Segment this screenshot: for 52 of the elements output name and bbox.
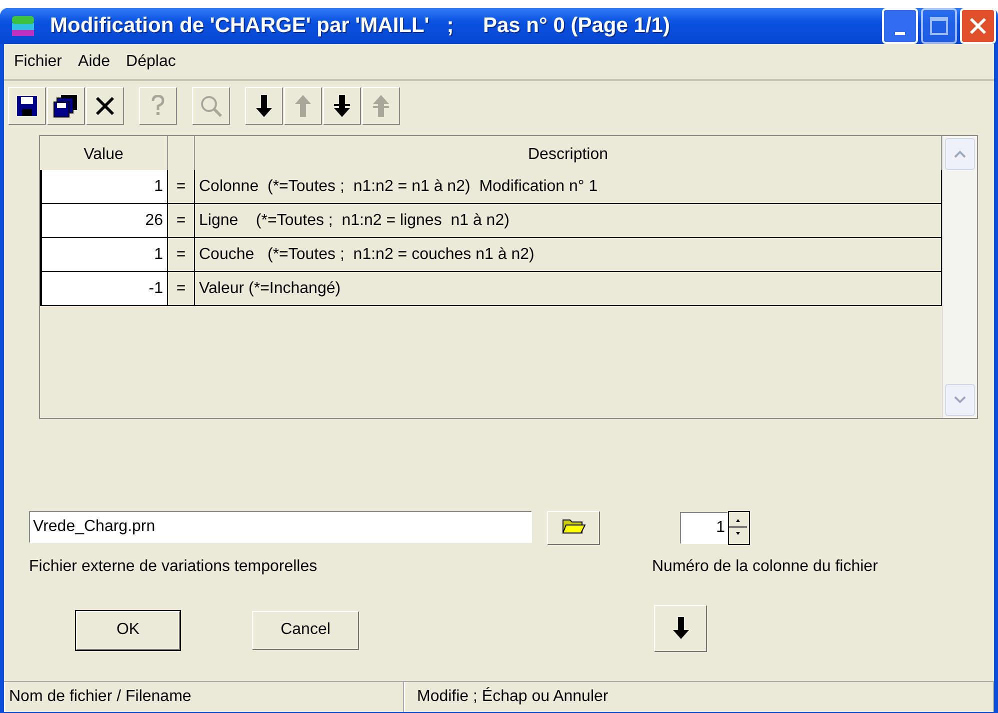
toolbar-button[interactable]	[245, 87, 283, 125]
status-text: Modifie ; Échap ou Annuler	[404, 682, 994, 712]
chevron-down-icon	[954, 396, 966, 404]
menu-item[interactable]: Fichier	[14, 52, 62, 70]
chevron-up-icon	[954, 150, 966, 158]
table-cell: -1	[40, 272, 168, 306]
search-icon	[199, 94, 223, 118]
minimize-icon	[895, 32, 905, 34]
minimize-button[interactable]	[882, 8, 918, 44]
browse-button[interactable]	[547, 511, 600, 545]
table-cell: 26	[40, 204, 168, 238]
table-cell: =	[168, 170, 195, 204]
table-cell: =	[168, 238, 195, 272]
help-icon	[151, 95, 165, 117]
cancel-button[interactable]: Cancel	[252, 610, 359, 650]
table-cell: Colonne (*=Toutes ; n1:n2 = n1 à n2) Modification n° 1	[195, 170, 942, 204]
maximize-button[interactable]	[921, 8, 957, 44]
field-label: Fichier externe de variations temporelles	[29, 558, 318, 576]
save-icon	[16, 95, 38, 117]
ok-button[interactable]: OK	[76, 610, 180, 650]
field-label: Numéro de la colonne du fichier	[652, 558, 879, 576]
scrollbar[interactable]	[942, 136, 977, 418]
close-icon	[95, 96, 115, 116]
menu-item[interactable]: Déplac	[126, 52, 176, 70]
table-cell: 1	[40, 238, 168, 272]
table-cell: Couche (*=Toutes ; n1:n2 = couches n1 à n2)	[195, 238, 942, 272]
close-icon	[968, 16, 988, 36]
table-cell: =	[168, 272, 195, 306]
table-cell: Ligne (*=Toutes ; n1:n2 = lignes n1 à n2)	[195, 204, 942, 238]
folder-icon	[562, 516, 586, 534]
spin-buttons[interactable]	[728, 511, 750, 545]
window-title: Modification de 'CHARGE' par 'MAILL' ; Pas n° 0 (Page 1/1)	[50, 14, 671, 38]
app-icon	[10, 13, 36, 39]
filename-field[interactable]: Vrede_Charg.prn	[29, 511, 532, 543]
move-down-button[interactable]	[654, 604, 707, 652]
column-number-field[interactable]: 1	[680, 512, 728, 544]
table-cell: 1	[40, 170, 168, 204]
table-cell: Valeur (*=Inchangé)	[195, 272, 942, 306]
table-cell: =	[168, 204, 195, 238]
status-text: Nom de fichier / Filename	[4, 682, 404, 712]
toolbar-button[interactable]	[8, 87, 46, 125]
up-arrow-icon	[292, 93, 314, 119]
menu-item[interactable]: Aide	[78, 52, 110, 70]
toolbar-button[interactable]	[323, 87, 361, 125]
up-arrow-icon	[370, 93, 392, 119]
close-button[interactable]	[960, 8, 996, 44]
save-all-icon	[53, 94, 79, 118]
toolbar-button[interactable]	[47, 87, 85, 125]
down-arrow-icon	[331, 93, 353, 119]
toolbar-button[interactable]	[86, 87, 124, 125]
maximize-icon	[930, 17, 948, 35]
down-arrow-icon	[253, 93, 275, 119]
